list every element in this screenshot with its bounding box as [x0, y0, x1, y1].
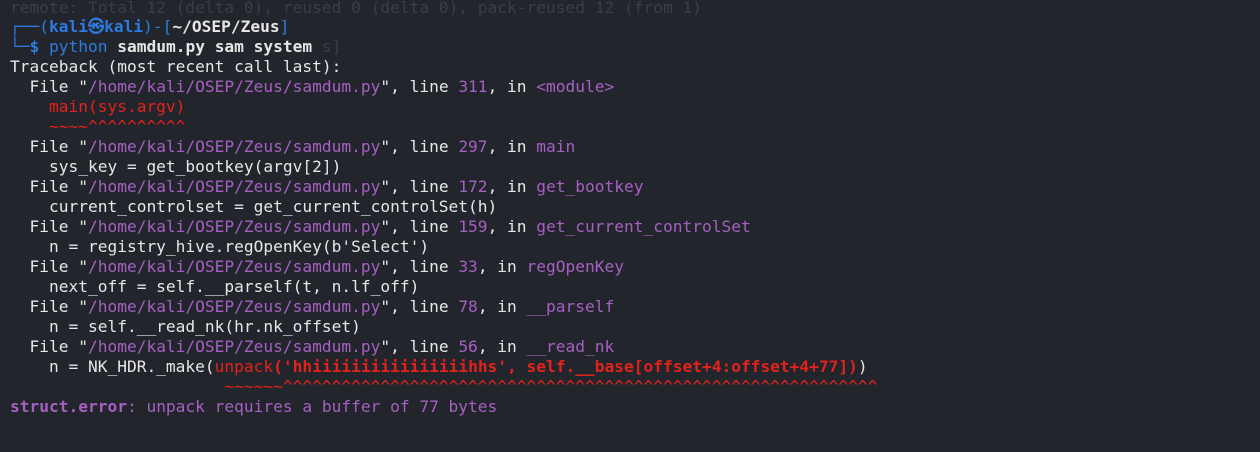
error-marker: ~~~~^^^^^^^^^^: [48, 117, 186, 136]
exception-message: : unpack requires a buffer of 77 bytes: [126, 397, 498, 416]
prompt-frame-bottom: └─: [10, 37, 30, 56]
ghost-suffix: s]: [321, 37, 342, 56]
file-path: /home/kali/OSEP/Zeus/samdum.py: [87, 137, 381, 156]
terminal-window[interactable]: remote: Total 12 (delta 0), reused 0 (de…: [0, 0, 1260, 452]
line-number: 33: [458, 257, 478, 276]
function-name: get_bootkey: [536, 177, 644, 196]
file-path: /home/kali/OSEP/Zeus/samdum.py: [87, 177, 381, 196]
exception-line: struct.error: unpack requires a buffer o…: [10, 397, 497, 417]
traceback-frame: File "/home/kali/OSEP/Zeus/samdum.py", l…: [10, 337, 615, 356]
file-path: /home/kali/OSEP/Zeus/samdum.py: [87, 77, 381, 96]
traceback-header: Traceback (most recent call last):: [10, 57, 342, 76]
exception-type: struct.error: [10, 397, 127, 416]
function-name: __read_nk: [526, 337, 615, 356]
function-name: <module>: [536, 77, 615, 96]
file-path: /home/kali/OSEP/Zeus/samdum.py: [87, 337, 381, 356]
prompt-cwd: ~/OSEP/Zeus: [172, 17, 280, 36]
file-path: /home/kali/OSEP/Zeus/samdum.py: [87, 297, 381, 316]
error-function: unpack: [214, 357, 274, 376]
traceback-frame: File "/home/kali/OSEP/Zeus/samdum.py", l…: [10, 297, 615, 316]
prompt-frame-end: ]: [279, 17, 290, 36]
traceback-frame: File "/home/kali/OSEP/Zeus/samdum.py", l…: [10, 137, 576, 156]
traceback-code: n = registry_hive.regOpenKey(b'Select'): [10, 237, 430, 256]
function-name: get_current_controlSet: [536, 217, 751, 236]
previous-output-line: remote: Total 12 (delta 0), reused 0 (de…: [10, 0, 702, 17]
error-args: ('hhiiiiiiiiiiiiiiiihhs', self.__base[of…: [273, 357, 858, 376]
traceback-frame: File "/home/kali/OSEP/Zeus/samdum.py", l…: [10, 177, 644, 196]
function-name: regOpenKey: [526, 257, 625, 276]
function-name: __parself: [526, 297, 615, 316]
error-code: main(sys.argv): [48, 97, 186, 116]
error-marker-carets: ^^^^^^^^^^^^^^^^^^^^^^^^^^^^^^^^^^^^^^^^…: [282, 377, 878, 396]
command-args: samdum.py sam system: [117, 37, 313, 56]
line-number: 159: [458, 217, 488, 236]
line-number: 311: [458, 77, 488, 96]
traceback-code: sys_key = get_bootkey(argv[2]): [10, 157, 342, 176]
prompt-header: ┌──(kali㉿kali)-[~/OSEP/Zeus]: [10, 17, 289, 37]
prompt-host: kali: [104, 17, 144, 36]
prompt-user: kali: [48, 17, 88, 36]
traceback-frame: File "/home/kali/OSEP/Zeus/samdum.py", l…: [10, 257, 625, 276]
prompt-frame-left: ┌──(: [10, 17, 49, 36]
function-name: main: [536, 137, 576, 156]
traceback-marker: ~~~~^^^^^^^^^^: [10, 117, 185, 137]
line-number: 172: [458, 177, 488, 196]
prompt-frame-mid: )-[: [143, 17, 173, 36]
traceback-code: n = self.__read_nk(hr.nk_offset): [10, 317, 361, 336]
line-number: 297: [458, 137, 488, 156]
kali-skull-icon: ㉿: [87, 17, 105, 36]
traceback-code: current_controlset = get_current_control…: [10, 197, 498, 216]
command-name: python: [49, 37, 108, 56]
command-line[interactable]: └─$ python samdum.py sam system s]: [10, 37, 341, 57]
file-path: /home/kali/OSEP/Zeus/samdum.py: [87, 217, 381, 236]
error-marker-tildes: ~~~~~~: [224, 377, 283, 396]
traceback-code: next_off = self.__parself(t, n.lf_off): [10, 277, 420, 296]
traceback-code: n = NK_HDR._make(unpack('hhiiiiiiiiiiiii…: [10, 357, 868, 376]
line-number: 56: [458, 337, 478, 356]
line-number: 78: [458, 297, 478, 316]
traceback-marker: ~~~~~~^^^^^^^^^^^^^^^^^^^^^^^^^^^^^^^^^^…: [10, 377, 877, 397]
traceback-frame: File "/home/kali/OSEP/Zeus/samdum.py", l…: [10, 77, 615, 96]
file-path: /home/kali/OSEP/Zeus/samdum.py: [87, 257, 381, 276]
traceback-code: main(sys.argv): [10, 97, 185, 117]
traceback-frame: File "/home/kali/OSEP/Zeus/samdum.py", l…: [10, 217, 751, 236]
prompt-dollar-sign: $: [29, 37, 40, 56]
